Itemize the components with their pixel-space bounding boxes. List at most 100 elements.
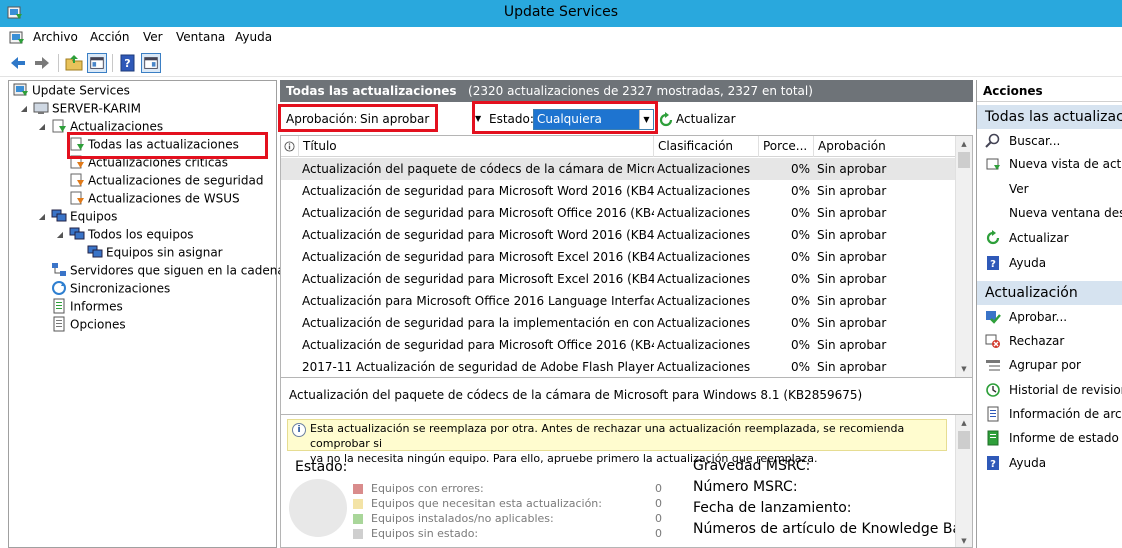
action-view[interactable]: Ver (977, 178, 1122, 200)
new-view-icon (986, 158, 1000, 170)
table-row[interactable]: Actualización de seguridad para Microsof… (281, 246, 956, 268)
table-row[interactable]: Actualización de seguridad para la imple… (281, 312, 956, 334)
legend-value: 0 (655, 512, 662, 525)
legend-label: Equipos sin estado: (371, 527, 479, 540)
menu-ventana[interactable]: Ventana (176, 30, 225, 44)
table-row[interactable]: Actualización de seguridad para Microsof… (281, 224, 956, 246)
tree-node-computers[interactable]: Equipos (51, 207, 117, 225)
back-arrow-icon[interactable] (8, 53, 28, 73)
tree-node-downstream-servers[interactable]: Servidores que siguen en la cadena (51, 261, 285, 279)
refresh-button[interactable]: Actualizar (676, 112, 736, 126)
info-column-header[interactable] (281, 136, 299, 157)
table-row[interactable]: Actualización de seguridad para Microsof… (281, 180, 956, 202)
cell-title: Actualización de seguridad para Microsof… (302, 272, 654, 286)
cell-approval: Sin aprobar (817, 272, 887, 286)
scroll-down-icon[interactable]: ▼ (956, 361, 972, 377)
scroll-up-icon[interactable]: ▲ (956, 136, 972, 152)
reports-icon (53, 298, 65, 313)
actions-section-all-updates[interactable]: Todas las actualizacio (977, 105, 1122, 129)
tree-label: Opciones (70, 317, 126, 332)
collapse-icon[interactable]: ◢ (19, 104, 29, 114)
table-row[interactable]: Actualización para Microsoft Office 2016… (281, 290, 956, 312)
highlight-box (472, 101, 658, 134)
table-row[interactable]: Actualización del paquete de códecs de l… (281, 158, 956, 180)
tree-node-unassigned-computers[interactable]: Equipos sin asignar (87, 243, 223, 261)
cell-approval: Sin aprobar (817, 228, 887, 242)
menu-ver[interactable]: Ver (143, 30, 163, 44)
action-approve[interactable]: Aprobar... (977, 306, 1122, 328)
info-icon: i (292, 423, 306, 437)
action-label: Ayuda (1009, 256, 1047, 270)
scroll-thumb[interactable] (958, 431, 970, 449)
action-revision-history[interactable]: Historial de revisiones (977, 379, 1122, 401)
actions-section-update[interactable]: Actualización (977, 281, 1122, 305)
table-row[interactable]: Actualización de seguridad para Microsof… (281, 202, 956, 224)
table-scrollbar[interactable]: ▲ ▼ (955, 136, 972, 377)
menu-ayuda[interactable]: Ayuda (235, 30, 272, 44)
action-label: Ver (1009, 182, 1029, 196)
refresh-icon[interactable] (658, 112, 674, 128)
pane-header: Todas las actualizaciones (2320 actualiz… (280, 80, 973, 102)
action-group-by[interactable]: Agrupar por (977, 354, 1122, 376)
tree-node-update-services[interactable]: Update Services (13, 81, 130, 99)
column-approval[interactable]: Aprobación (814, 136, 956, 157)
tree-label: Actualizaciones de WSUS (88, 191, 240, 206)
action-status-report[interactable]: Informe de estado (977, 427, 1122, 449)
tree-node-all-computers[interactable]: Todos los equipos (69, 225, 194, 243)
column-classification[interactable]: Clasificación (654, 136, 759, 157)
action-label: Información de archiv (1009, 407, 1122, 421)
table-row[interactable]: Actualización de seguridad para Microsof… (281, 334, 956, 356)
table-row[interactable]: 2017-11 Actualización de seguridad de Ad… (281, 356, 956, 377)
cell-approval: Sin aprobar (817, 162, 887, 176)
scroll-up-icon[interactable]: ▲ (956, 415, 972, 431)
column-title[interactable]: Título (299, 136, 654, 157)
action-help-update[interactable]: ? Ayuda (977, 452, 1122, 474)
up-folder-icon[interactable] (64, 53, 84, 73)
table-row[interactable]: Actualización de seguridad para Microsof… (281, 268, 956, 290)
svg-text:?: ? (124, 57, 130, 70)
cell-percent: 0% (790, 338, 810, 352)
show-tree-icon[interactable] (87, 53, 107, 73)
help-icon[interactable]: ? (118, 53, 138, 73)
status-pie-chart (289, 479, 347, 537)
cell-classification: Actualizaciones (657, 250, 751, 264)
tree-node-server[interactable]: SERVER-KARIM (33, 99, 141, 117)
collapse-icon[interactable]: ◢ (37, 122, 47, 132)
title-bar: Update Services (0, 0, 1122, 27)
show-action-pane-icon[interactable] (141, 53, 161, 73)
tree-label: Equipos (70, 209, 118, 224)
action-decline[interactable]: Rechazar (977, 330, 1122, 352)
tree-node-wsus-updates[interactable]: Actualizaciones de WSUS (69, 189, 240, 207)
forward-arrow-icon[interactable] (32, 53, 52, 73)
scroll-thumb[interactable] (958, 152, 970, 168)
system-menu-icon[interactable] (9, 30, 25, 46)
svg-text:?: ? (990, 459, 996, 470)
menu-archivo[interactable]: Archivo (33, 30, 78, 44)
action-label: Nueva vista de actual (1009, 157, 1122, 171)
details-scrollbar[interactable]: ▲ ▼ (955, 415, 972, 547)
action-new-view[interactable]: Nueva vista de actual (977, 153, 1122, 175)
action-new-window[interactable]: Nueva ventana desde (977, 202, 1122, 224)
scroll-down-icon[interactable]: ▼ (956, 533, 972, 547)
tree-node-synchronizations[interactable]: Sincronizaciones (51, 279, 170, 297)
highlight-box (278, 104, 438, 132)
tree-node-security-updates[interactable]: Actualizaciones de seguridad (69, 171, 263, 189)
filter-bar: Aprobación: Sin aprobar ▼ Estado: Cualqu… (278, 101, 973, 134)
menu-accion[interactable]: Acción (90, 30, 129, 44)
action-file-info[interactable]: Información de archiv (977, 403, 1122, 425)
action-refresh[interactable]: Actualizar (977, 227, 1122, 249)
cell-classification: Actualizaciones (657, 338, 751, 352)
action-help[interactable]: ? Ayuda (977, 252, 1122, 274)
msrc-number-label: Número MSRC: (693, 479, 798, 495)
options-icon (53, 316, 65, 331)
group-by-icon (986, 360, 1000, 371)
action-search[interactable]: Buscar... (977, 130, 1122, 152)
cell-percent: 0% (790, 228, 810, 242)
tree-node-reports[interactable]: Informes (51, 297, 123, 315)
collapse-icon[interactable]: ◢ (37, 212, 47, 222)
column-percent[interactable]: Porce... (759, 136, 814, 157)
info-icon (284, 141, 295, 152)
tree-node-options[interactable]: Opciones (51, 315, 126, 333)
collapse-icon[interactable]: ◢ (55, 230, 65, 240)
downstream-servers-icon (52, 262, 66, 276)
